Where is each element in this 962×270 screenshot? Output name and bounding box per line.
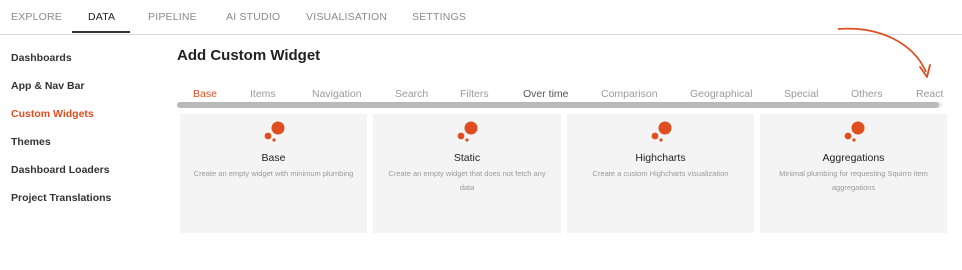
squirro-logo-icon: [651, 121, 671, 142]
squirro-logo-icon: [457, 121, 478, 142]
widget-card-title: Highcharts: [635, 152, 686, 164]
category-tab-base[interactable]: Base: [193, 88, 217, 100]
tab-ai-studio[interactable]: AI STUDIO: [226, 11, 280, 23]
category-tab-comparison[interactable]: Comparison: [601, 88, 658, 100]
squirro-logo-icon: [844, 121, 864, 142]
category-tab-special[interactable]: Special: [784, 88, 818, 100]
category-tab-over-time[interactable]: Over time: [523, 88, 569, 100]
category-tab-react[interactable]: React: [916, 88, 943, 100]
tab-data[interactable]: DATA: [88, 11, 115, 23]
widget-card-title: Aggregations: [822, 152, 885, 164]
category-scrollbar[interactable]: [177, 102, 942, 108]
page-title: Add Custom Widget: [177, 47, 321, 64]
tab-pipeline[interactable]: PIPELINE: [148, 11, 197, 23]
widget-card-highcharts[interactable]: Highcharts Create a custom Highcharts vi…: [567, 114, 754, 233]
sidebar-item-custom-widgets[interactable]: Custom Widgets: [11, 108, 94, 120]
widget-card-description: Minimal plumbing for requesting Squirro …: [779, 169, 928, 192]
tab-settings[interactable]: SETTINGS: [412, 11, 466, 23]
widget-card-description: Create an empty widget with minimum plum…: [193, 169, 354, 178]
category-tab-navigation[interactable]: Navigation: [312, 88, 362, 100]
sidebar-item-dashboards[interactable]: Dashboards: [11, 52, 72, 64]
category-tab-others[interactable]: Others: [851, 88, 883, 100]
scrollbar-thumb[interactable]: [177, 102, 939, 108]
widget-card-base[interactable]: Base Create an empty widget with minimum…: [180, 114, 367, 233]
widget-card-title: Static: [453, 152, 481, 164]
widget-card-description: Create a custom Highcharts visualization: [592, 169, 729, 178]
sidebar-item-dashboard-loaders[interactable]: Dashboard Loaders: [11, 164, 110, 176]
category-tab-items[interactable]: Items: [250, 88, 276, 100]
category-tab-geographical[interactable]: Geographical: [690, 88, 752, 100]
widget-card-aggregations[interactable]: Aggregations Minimal plumbing for reques…: [760, 114, 947, 233]
category-tab-filters[interactable]: Filters: [460, 88, 489, 100]
category-tabs: Base Items Navigation Search Filters Ove…: [0, 88, 962, 102]
top-nav: EXPLORE DATA PIPELINE AI STUDIO VISUALIS…: [0, 0, 962, 35]
squirro-logo-icon: [264, 121, 284, 142]
tab-explore[interactable]: EXPLORE: [11, 11, 62, 23]
widget-card-title: Base: [261, 152, 286, 164]
widget-card-description: Create an empty widget that does not fet…: [388, 169, 546, 192]
annotation-arrow-icon: [837, 27, 931, 78]
sidebar-item-project-translations[interactable]: Project Translations: [11, 192, 111, 204]
sidebar-item-themes[interactable]: Themes: [11, 136, 51, 148]
tab-visualisation[interactable]: VISUALISATION: [306, 11, 387, 23]
active-tab-indicator: [72, 31, 130, 33]
widget-card-static[interactable]: Static Create an empty widget that does …: [373, 114, 561, 233]
category-tab-search[interactable]: Search: [395, 88, 428, 100]
